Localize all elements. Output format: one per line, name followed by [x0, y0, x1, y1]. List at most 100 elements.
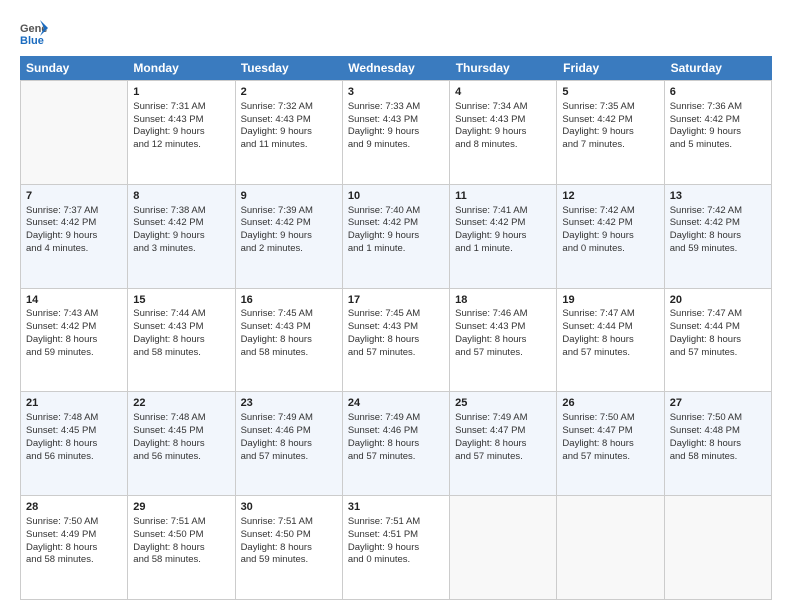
- logo-icon: General Blue: [20, 18, 48, 46]
- day-number: 28: [26, 500, 122, 515]
- day-cell-25: 25Sunrise: 7:49 AMSunset: 4:47 PMDayligh…: [450, 392, 557, 495]
- day-info: Sunrise: 7:39 AMSunset: 4:42 PMDaylight:…: [241, 205, 313, 254]
- day-number: 19: [562, 293, 658, 308]
- day-cell-19: 19Sunrise: 7:47 AMSunset: 4:44 PMDayligh…: [557, 289, 664, 392]
- day-info: Sunrise: 7:50 AMSunset: 4:48 PMDaylight:…: [670, 412, 742, 461]
- day-number: 25: [455, 396, 551, 411]
- empty-cell-4-5: [557, 496, 664, 599]
- day-cell-26: 26Sunrise: 7:50 AMSunset: 4:47 PMDayligh…: [557, 392, 664, 495]
- day-number: 12: [562, 189, 658, 204]
- day-info: Sunrise: 7:35 AMSunset: 4:42 PMDaylight:…: [562, 101, 634, 150]
- day-cell-3: 3Sunrise: 7:33 AMSunset: 4:43 PMDaylight…: [343, 81, 450, 184]
- header-day-thursday: Thursday: [450, 56, 557, 80]
- day-cell-9: 9Sunrise: 7:39 AMSunset: 4:42 PMDaylight…: [236, 185, 343, 288]
- day-cell-14: 14Sunrise: 7:43 AMSunset: 4:42 PMDayligh…: [21, 289, 128, 392]
- header: General Blue: [20, 18, 772, 46]
- day-info: Sunrise: 7:33 AMSunset: 4:43 PMDaylight:…: [348, 101, 420, 150]
- day-cell-18: 18Sunrise: 7:46 AMSunset: 4:43 PMDayligh…: [450, 289, 557, 392]
- day-cell-11: 11Sunrise: 7:41 AMSunset: 4:42 PMDayligh…: [450, 185, 557, 288]
- day-info: Sunrise: 7:45 AMSunset: 4:43 PMDaylight:…: [241, 308, 313, 357]
- calendar-body: 1Sunrise: 7:31 AMSunset: 4:43 PMDaylight…: [20, 80, 772, 600]
- page: General Blue SundayMondayTuesdayWednesda…: [0, 0, 792, 612]
- day-info: Sunrise: 7:51 AMSunset: 4:50 PMDaylight:…: [133, 516, 205, 565]
- day-info: Sunrise: 7:42 AMSunset: 4:42 PMDaylight:…: [562, 205, 634, 254]
- day-info: Sunrise: 7:38 AMSunset: 4:42 PMDaylight:…: [133, 205, 205, 254]
- header-day-sunday: Sunday: [20, 56, 127, 80]
- day-cell-22: 22Sunrise: 7:48 AMSunset: 4:45 PMDayligh…: [128, 392, 235, 495]
- day-number: 11: [455, 189, 551, 204]
- day-number: 1: [133, 85, 229, 100]
- day-number: 4: [455, 85, 551, 100]
- empty-cell-4-4: [450, 496, 557, 599]
- day-info: Sunrise: 7:43 AMSunset: 4:42 PMDaylight:…: [26, 308, 98, 357]
- header-day-tuesday: Tuesday: [235, 56, 342, 80]
- header-day-friday: Friday: [557, 56, 664, 80]
- calendar-header-row: SundayMondayTuesdayWednesdayThursdayFrid…: [20, 56, 772, 80]
- day-number: 30: [241, 500, 337, 515]
- day-cell-5: 5Sunrise: 7:35 AMSunset: 4:42 PMDaylight…: [557, 81, 664, 184]
- calendar-row-1: 7Sunrise: 7:37 AMSunset: 4:42 PMDaylight…: [21, 185, 772, 289]
- day-number: 2: [241, 85, 337, 100]
- day-info: Sunrise: 7:32 AMSunset: 4:43 PMDaylight:…: [241, 101, 313, 150]
- calendar-row-3: 21Sunrise: 7:48 AMSunset: 4:45 PMDayligh…: [21, 392, 772, 496]
- header-day-monday: Monday: [127, 56, 234, 80]
- day-number: 14: [26, 293, 122, 308]
- header-day-wednesday: Wednesday: [342, 56, 449, 80]
- day-number: 3: [348, 85, 444, 100]
- day-info: Sunrise: 7:40 AMSunset: 4:42 PMDaylight:…: [348, 205, 420, 254]
- day-number: 31: [348, 500, 444, 515]
- day-cell-4: 4Sunrise: 7:34 AMSunset: 4:43 PMDaylight…: [450, 81, 557, 184]
- day-info: Sunrise: 7:34 AMSunset: 4:43 PMDaylight:…: [455, 101, 527, 150]
- header-day-saturday: Saturday: [665, 56, 772, 80]
- day-info: Sunrise: 7:50 AMSunset: 4:47 PMDaylight:…: [562, 412, 634, 461]
- day-number: 5: [562, 85, 658, 100]
- calendar-row-0: 1Sunrise: 7:31 AMSunset: 4:43 PMDaylight…: [21, 81, 772, 185]
- day-cell-7: 7Sunrise: 7:37 AMSunset: 4:42 PMDaylight…: [21, 185, 128, 288]
- day-info: Sunrise: 7:46 AMSunset: 4:43 PMDaylight:…: [455, 308, 527, 357]
- day-cell-15: 15Sunrise: 7:44 AMSunset: 4:43 PMDayligh…: [128, 289, 235, 392]
- day-info: Sunrise: 7:49 AMSunset: 4:46 PMDaylight:…: [241, 412, 313, 461]
- day-number: 18: [455, 293, 551, 308]
- empty-cell-4-6: [665, 496, 772, 599]
- day-cell-16: 16Sunrise: 7:45 AMSunset: 4:43 PMDayligh…: [236, 289, 343, 392]
- day-info: Sunrise: 7:45 AMSunset: 4:43 PMDaylight:…: [348, 308, 420, 357]
- day-info: Sunrise: 7:42 AMSunset: 4:42 PMDaylight:…: [670, 205, 742, 254]
- day-cell-23: 23Sunrise: 7:49 AMSunset: 4:46 PMDayligh…: [236, 392, 343, 495]
- day-info: Sunrise: 7:36 AMSunset: 4:42 PMDaylight:…: [670, 101, 742, 150]
- day-number: 17: [348, 293, 444, 308]
- day-cell-28: 28Sunrise: 7:50 AMSunset: 4:49 PMDayligh…: [21, 496, 128, 599]
- day-number: 24: [348, 396, 444, 411]
- day-cell-6: 6Sunrise: 7:36 AMSunset: 4:42 PMDaylight…: [665, 81, 772, 184]
- day-number: 22: [133, 396, 229, 411]
- day-info: Sunrise: 7:31 AMSunset: 4:43 PMDaylight:…: [133, 101, 205, 150]
- day-info: Sunrise: 7:44 AMSunset: 4:43 PMDaylight:…: [133, 308, 205, 357]
- calendar-row-4: 28Sunrise: 7:50 AMSunset: 4:49 PMDayligh…: [21, 496, 772, 600]
- day-number: 21: [26, 396, 122, 411]
- day-cell-29: 29Sunrise: 7:51 AMSunset: 4:50 PMDayligh…: [128, 496, 235, 599]
- day-info: Sunrise: 7:49 AMSunset: 4:46 PMDaylight:…: [348, 412, 420, 461]
- empty-cell-0-0: [21, 81, 128, 184]
- day-number: 8: [133, 189, 229, 204]
- day-info: Sunrise: 7:41 AMSunset: 4:42 PMDaylight:…: [455, 205, 527, 254]
- day-cell-8: 8Sunrise: 7:38 AMSunset: 4:42 PMDaylight…: [128, 185, 235, 288]
- day-number: 6: [670, 85, 766, 100]
- day-cell-20: 20Sunrise: 7:47 AMSunset: 4:44 PMDayligh…: [665, 289, 772, 392]
- day-number: 10: [348, 189, 444, 204]
- day-number: 23: [241, 396, 337, 411]
- day-number: 27: [670, 396, 766, 411]
- day-info: Sunrise: 7:49 AMSunset: 4:47 PMDaylight:…: [455, 412, 527, 461]
- day-number: 13: [670, 189, 766, 204]
- day-info: Sunrise: 7:50 AMSunset: 4:49 PMDaylight:…: [26, 516, 98, 565]
- calendar: SundayMondayTuesdayWednesdayThursdayFrid…: [20, 56, 772, 600]
- calendar-row-2: 14Sunrise: 7:43 AMSunset: 4:42 PMDayligh…: [21, 289, 772, 393]
- day-cell-30: 30Sunrise: 7:51 AMSunset: 4:50 PMDayligh…: [236, 496, 343, 599]
- day-info: Sunrise: 7:47 AMSunset: 4:44 PMDaylight:…: [670, 308, 742, 357]
- day-info: Sunrise: 7:51 AMSunset: 4:50 PMDaylight:…: [241, 516, 313, 565]
- day-number: 7: [26, 189, 122, 204]
- day-number: 26: [562, 396, 658, 411]
- day-info: Sunrise: 7:47 AMSunset: 4:44 PMDaylight:…: [562, 308, 634, 357]
- day-info: Sunrise: 7:37 AMSunset: 4:42 PMDaylight:…: [26, 205, 98, 254]
- day-cell-31: 31Sunrise: 7:51 AMSunset: 4:51 PMDayligh…: [343, 496, 450, 599]
- logo: General Blue: [20, 18, 52, 46]
- day-number: 15: [133, 293, 229, 308]
